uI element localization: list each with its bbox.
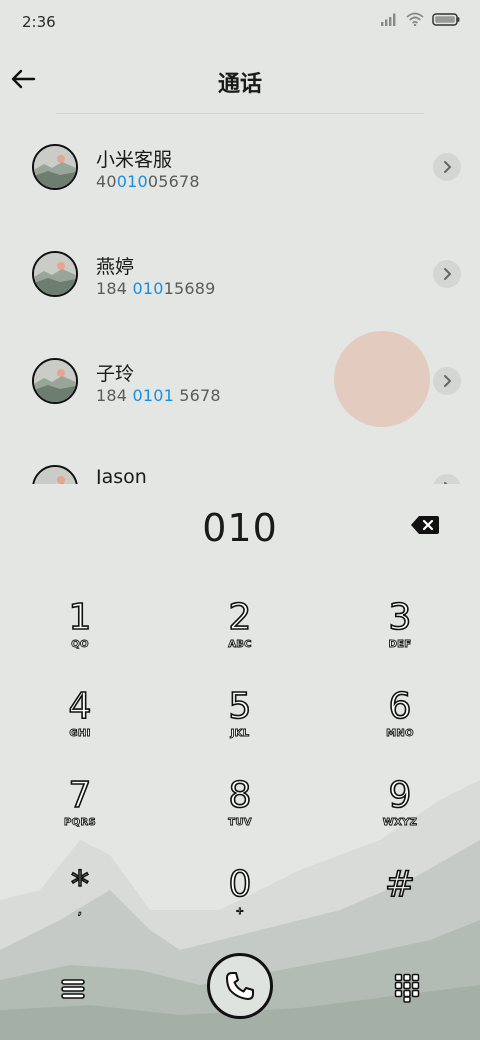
key-letters: ABC (228, 639, 252, 651)
key-letters: + (235, 906, 245, 918)
number-suffix: 05678 (147, 172, 200, 191)
key-letters: GHI (69, 728, 91, 740)
key-digit: 7 (68, 775, 92, 817)
key-3[interactable]: 3 DEF (340, 597, 460, 678)
number-match: 0101 (132, 386, 174, 405)
number-prefix: 184 (96, 386, 133, 405)
contact-number: 184 01015689 (96, 279, 215, 298)
avatar (32, 144, 78, 190)
status-icons (380, 12, 460, 26)
header: 通话 (0, 44, 480, 114)
key-letters: QO (71, 639, 89, 651)
avatar (32, 465, 78, 484)
result-item[interactable]: Jason (0, 435, 480, 484)
chevron-right-icon (444, 161, 451, 173)
number-prefix: 40 (96, 172, 117, 191)
number-suffix: 5678 (173, 386, 221, 405)
number-prefix: 184 (96, 279, 133, 298)
bottom-bar (0, 950, 480, 1040)
menu-button[interactable] (56, 972, 90, 1006)
page-title: 通话 (217, 72, 262, 97)
backspace-icon (411, 516, 439, 534)
backspace-button[interactable] (410, 514, 444, 538)
landscape-avatar-icon (34, 467, 76, 484)
status-bar: 2:36 (0, 0, 480, 44)
contact-name: Jason (96, 466, 147, 484)
key-7[interactable]: 7 PQRS (20, 775, 140, 856)
call-button[interactable] (207, 953, 273, 1019)
number-match: 010 (132, 279, 164, 298)
key-6[interactable]: 6 MNO (340, 686, 460, 767)
key-digit: 9 (388, 775, 412, 817)
key-0[interactable]: 0 + (180, 864, 300, 945)
key-digit: * (70, 864, 90, 906)
key-digit: 0 (228, 864, 252, 906)
key-2[interactable]: 2 ABC (180, 597, 300, 678)
search-results-list: 小米客服 4001005678 燕婷 184 01015689 子玲 184 0… (0, 114, 480, 484)
key-digit: 4 (68, 686, 92, 728)
key-5[interactable]: 5 JKL (180, 686, 300, 767)
key-digit: 1 (68, 597, 92, 639)
touch-ripple (334, 331, 430, 427)
key-letters: , (77, 906, 83, 918)
dialpad-icon (394, 973, 420, 1003)
signal-icon (381, 13, 396, 26)
contact-number: 4001005678 (96, 172, 200, 191)
dial-display: 010 (0, 484, 480, 570)
number-match: 010 (116, 172, 148, 191)
key-letters: MNO (386, 728, 414, 740)
key-digit: 5 (228, 686, 252, 728)
phone-icon (226, 972, 254, 1000)
number-suffix: 15689 (163, 279, 216, 298)
key-digit: 2 (228, 597, 252, 639)
key-digit: 6 (388, 686, 412, 728)
landscape-avatar-icon (34, 360, 76, 402)
contact-name: 燕婷 (96, 256, 135, 278)
landscape-avatar-icon (34, 146, 76, 188)
contact-detail-button[interactable] (433, 474, 461, 484)
chevron-right-icon (444, 375, 451, 387)
dialpad-toggle-button[interactable] (390, 970, 424, 1006)
result-item[interactable]: 小米客服 4001005678 (0, 114, 480, 220)
key-letters: JKL (230, 728, 250, 740)
key-star[interactable]: * , (20, 864, 140, 945)
key-digit: 3 (388, 597, 412, 639)
key-1[interactable]: 1 QO (20, 597, 140, 678)
result-item[interactable]: 燕婷 184 01015689 (0, 221, 480, 327)
avatar (32, 358, 78, 404)
landscape-avatar-icon (34, 253, 76, 295)
chevron-right-icon (444, 268, 451, 280)
status-time: 2:36 (22, 13, 56, 31)
key-digit: # (384, 864, 416, 906)
key-8[interactable]: 8 TUV (180, 775, 300, 856)
contact-name: 小米客服 (96, 149, 173, 171)
contact-number: 184 0101 5678 (96, 386, 221, 405)
contact-detail-button[interactable] (433, 153, 461, 181)
avatar (32, 251, 78, 297)
contact-name: 子玲 (96, 363, 135, 385)
menu-icon (61, 979, 85, 999)
keypad: 1 QO 2 ABC 3 DEF 4 GHI 5 JKL 6 MNO 7 PQR… (0, 588, 480, 948)
key-letters: DEF (388, 639, 412, 651)
battery-icon (432, 12, 460, 26)
key-letters: PQRS (64, 817, 97, 829)
contact-detail-button[interactable] (433, 367, 461, 395)
contact-detail-button[interactable] (433, 260, 461, 288)
key-4[interactable]: 4 GHI (20, 686, 140, 767)
key-letters: WXYZ (382, 817, 418, 829)
key-letters: TUV (228, 817, 252, 829)
key-digit: 8 (228, 775, 252, 817)
key-9[interactable]: 9 WXYZ (340, 775, 460, 856)
wifi-icon (406, 12, 424, 26)
key-hash[interactable]: # (340, 864, 460, 945)
dial-input[interactable]: 010 (0, 506, 480, 550)
